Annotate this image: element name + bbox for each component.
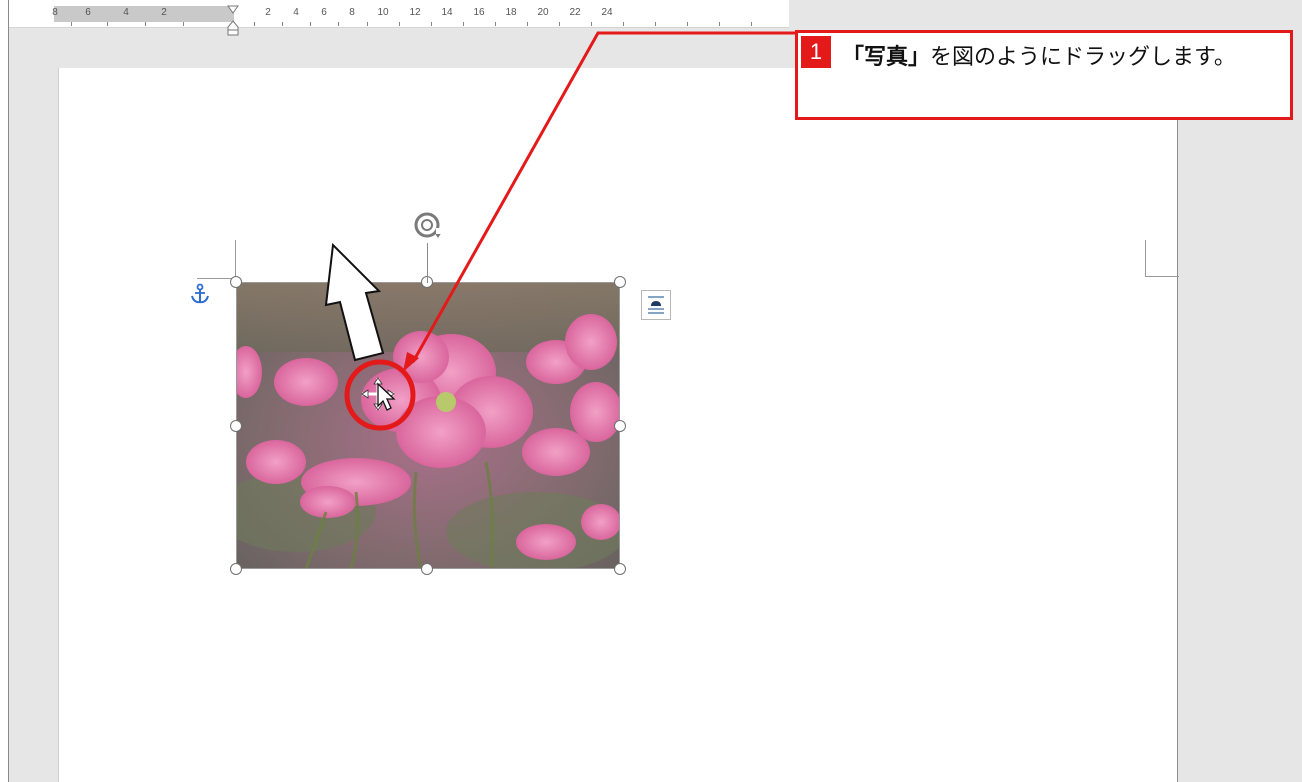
ruler-tick	[145, 22, 146, 26]
ruler-number: 20	[537, 7, 549, 18]
ruler-number: 2	[161, 7, 167, 18]
ruler-tick	[719, 22, 720, 26]
ruler-tick	[495, 22, 496, 26]
ruler-number: 22	[569, 7, 581, 18]
resize-handle-left[interactable]	[230, 420, 242, 432]
ruler-tick	[338, 22, 339, 26]
ruler-number: 14	[441, 7, 453, 18]
layout-options-button[interactable]	[641, 290, 671, 320]
ruler-number: 24	[601, 7, 613, 18]
layout-options-icon	[648, 296, 664, 314]
ruler-tick	[591, 22, 592, 26]
ruler-left-margin	[54, 6, 234, 22]
ruler-tick	[107, 22, 108, 26]
ruler-tick	[71, 22, 72, 26]
ruler-tick	[431, 22, 432, 26]
resize-handle-top-left[interactable]	[230, 276, 242, 288]
instruction-text: 「写真」を図のようにドラッグします。	[842, 37, 1282, 79]
ruler-tick	[527, 22, 528, 26]
ruler-tick	[751, 22, 752, 26]
ruler-number: 4	[123, 7, 129, 18]
instruction-emphasis: 「写真」	[842, 45, 931, 70]
step-number-badge: 1	[801, 36, 831, 68]
ruler-number: 18	[505, 7, 517, 18]
ruler-tick	[687, 22, 688, 26]
ruler-number: 6	[85, 7, 91, 18]
selection-border	[236, 282, 620, 569]
ruler-tick	[559, 22, 560, 26]
ruler-tick	[367, 22, 368, 26]
ruler-number: 8	[349, 7, 355, 18]
rotate-icon[interactable]	[410, 208, 444, 242]
window-edge	[0, 0, 8, 782]
ruler-number: 12	[409, 7, 421, 18]
ruler-number: 16	[473, 7, 485, 18]
ruler-number: 4	[293, 7, 299, 18]
ruler-tick	[282, 22, 283, 26]
resize-handle-right[interactable]	[614, 420, 626, 432]
ruler-number: 2	[265, 7, 271, 18]
resize-handle-bottom-right[interactable]	[614, 563, 626, 575]
rotate-connector	[427, 243, 428, 283]
ruler-tick	[254, 22, 255, 26]
indent-marker-icon[interactable]	[226, 5, 240, 43]
ruler-tick	[183, 22, 184, 26]
resize-handle-bottom-left[interactable]	[230, 563, 242, 575]
anchor-icon[interactable]	[190, 283, 210, 305]
margin-corner-top-left	[197, 240, 236, 279]
instruction-body: を図のようにドラッグします。	[930, 45, 1236, 70]
resize-handle-bottom[interactable]	[421, 563, 433, 575]
ruler-number: 6	[321, 7, 327, 18]
margin-corner-top-right	[1145, 240, 1179, 277]
horizontal-ruler[interactable]: 8 6 4 2 2 4 6 8 10 12 14 16 18 20 22 24	[9, 0, 789, 28]
ruler-tick	[399, 22, 400, 26]
ruler-tick	[463, 22, 464, 26]
ruler-number: 8	[52, 7, 58, 18]
instruction-callout: 1 「写真」を図のようにドラッグします。	[795, 30, 1293, 120]
ruler-number: 10	[377, 7, 389, 18]
ruler-tick	[655, 22, 656, 26]
resize-handle-top-right[interactable]	[614, 276, 626, 288]
ruler-tick	[310, 22, 311, 26]
ruler-tick	[623, 22, 624, 26]
